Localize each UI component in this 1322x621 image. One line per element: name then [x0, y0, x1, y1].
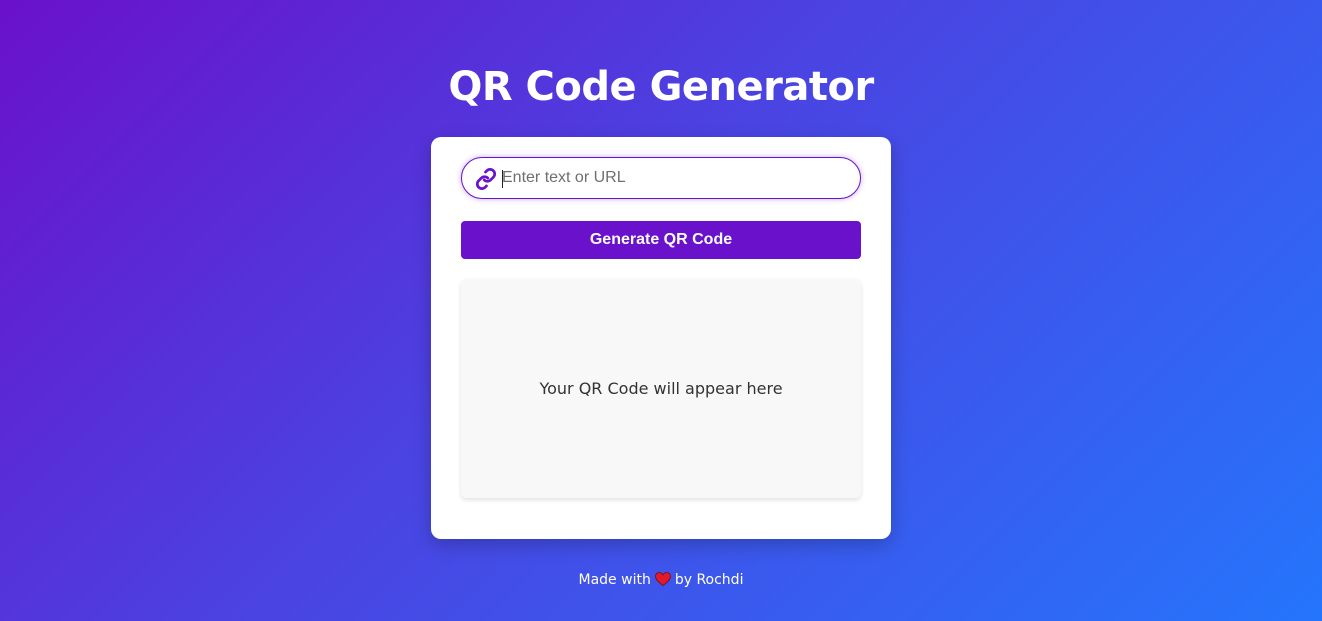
- qr-code-display-area: Your QR Code will appear here: [461, 279, 861, 498]
- text-cursor: [502, 170, 503, 188]
- link-icon: [475, 168, 497, 190]
- heart-icon: [654, 572, 671, 586]
- footer-author: by Rochdi: [674, 572, 744, 588]
- footer: Made with by Rochdi: [0, 570, 1322, 590]
- page-title: QR Code Generator: [448, 64, 874, 110]
- text-url-input[interactable]: [502, 158, 852, 198]
- qr-placeholder-text: Your QR Code will appear here: [539, 379, 783, 398]
- footer-made-with: Made with: [578, 572, 651, 588]
- text-input-wrapper[interactable]: [461, 157, 861, 199]
- generate-qr-button[interactable]: Generate QR Code: [461, 221, 861, 259]
- generator-card: Generate QR Code Your QR Code will appea…: [431, 137, 891, 539]
